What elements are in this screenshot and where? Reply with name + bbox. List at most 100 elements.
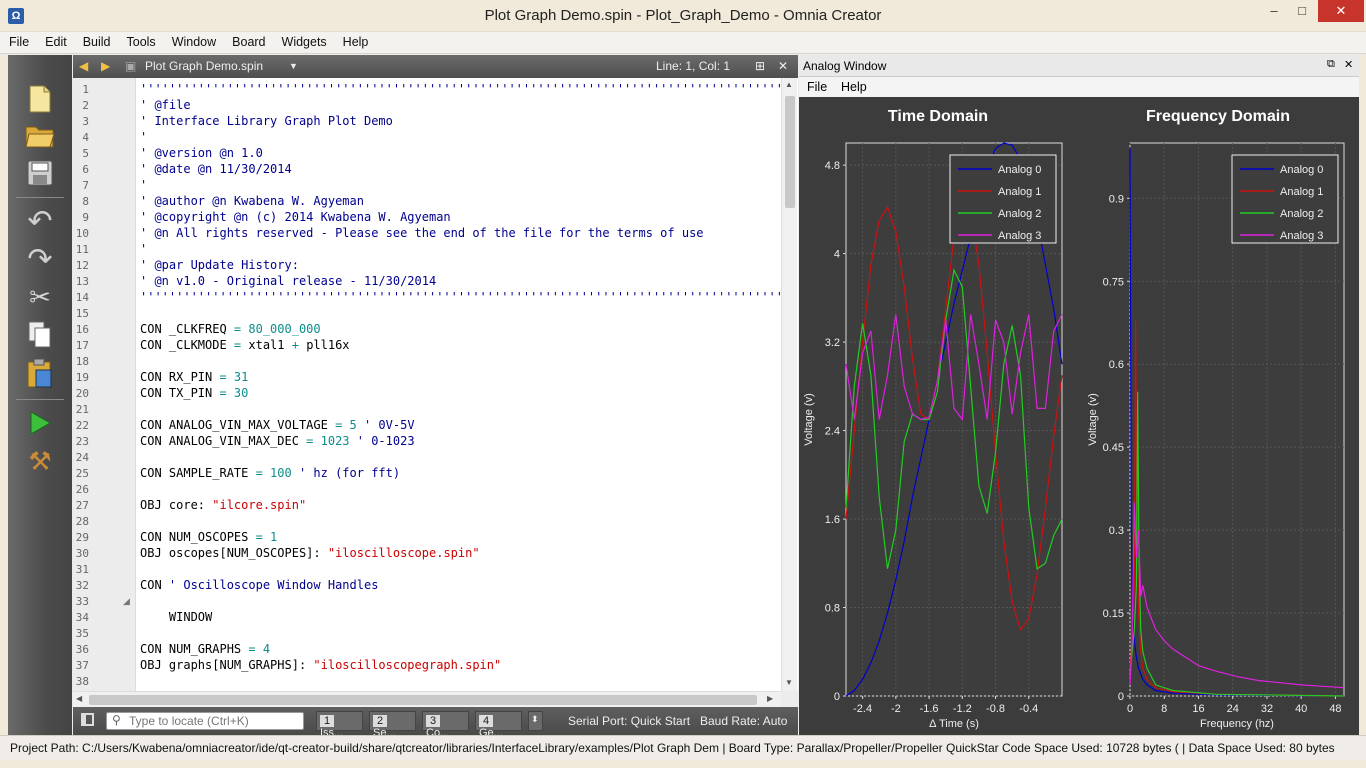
back-arrow-icon[interactable]: ◀ <box>79 59 88 73</box>
code-token: = 1023 <box>306 434 357 448</box>
editor-horizontal-scrollbar[interactable]: ◀ ▶ <box>73 691 781 707</box>
code-editor[interactable]: 1 2 3 4 5 6 7 8 9 10 11 12 13 14 15 16 17 18 19 20 21 22 23 24 2… <box>73 78 798 691</box>
legend-label: Analog 3 <box>1280 230 1323 242</box>
code-token: CON <box>140 578 169 592</box>
line-number: 13 <box>75 275 89 288</box>
code-token: ' @n v1.0 - Original release - 11/30/201… <box>140 274 437 288</box>
pane-compile[interactable]: 3Co... <box>422 711 469 739</box>
code-line[interactable]: ' @version @n 1.0 <box>140 146 263 160</box>
scroll-left-icon[interactable]: ◀ <box>76 694 82 703</box>
scroll-up-icon[interactable]: ▲ <box>785 80 793 89</box>
toggle-sidebar-icon[interactable] <box>81 713 94 726</box>
code-line[interactable]: ' Interface Library Graph Plot Demo <box>140 114 393 128</box>
code-line[interactable]: OBJ core: "ilcore.spin" <box>140 498 306 512</box>
undo-icon[interactable]: ↶ <box>24 205 56 238</box>
forward-arrow-icon[interactable]: ▶ <box>101 59 110 73</box>
baud-rate-status[interactable]: Baud Rate: Auto <box>700 714 787 728</box>
line-number: 2 <box>82 99 89 112</box>
line-number: 11 <box>75 243 89 256</box>
code-line[interactable]: CON ANALOG_VIN_MAX_VOLTAGE = 5 ' 0V-5V <box>140 418 415 432</box>
analog-plots[interactable]: Time Domain 0 0.8 1.6 2.4 3.2 4 4.8 -2.4 -2 -1.6 -1… <box>799 97 1359 735</box>
analog-menu-help[interactable]: Help <box>841 80 867 94</box>
scroll-right-icon[interactable]: ▶ <box>767 694 773 703</box>
code-line[interactable]: CON RX_PIN = 31 <box>140 370 248 384</box>
split-icon[interactable]: ⊞ <box>755 59 765 73</box>
line-number: 7 <box>82 179 89 192</box>
code-line[interactable]: ' @author @n Kwabena W. Agyeman <box>140 194 364 208</box>
code-line[interactable]: ' @date @n 11/30/2014 <box>140 162 292 176</box>
code-line[interactable]: ' @par Update History: <box>140 258 299 272</box>
float-icon[interactable]: ⧉ <box>1327 58 1335 71</box>
code-line[interactable]: CON NUM_GRAPHS = 4 <box>140 642 270 656</box>
cut-icon[interactable]: ✂ <box>24 281 56 313</box>
menu-edit[interactable]: Edit <box>36 32 74 49</box>
code-line[interactable]: CON TX_PIN = 30 <box>140 386 248 400</box>
code-token: OBJ core: <box>140 498 213 512</box>
code-line[interactable]: ' <box>140 130 147 144</box>
scroll-thumb[interactable] <box>89 695 757 705</box>
editor-vertical-scrollbar[interactable]: ▲ ▼ <box>781 78 797 691</box>
file-selector[interactable]: Plot Graph Demo.spin <box>145 59 263 73</box>
locate-input[interactable]: ⚲ Type to locate (Ctrl+K) <box>106 712 304 730</box>
menu-window[interactable]: Window <box>163 32 223 49</box>
paste-icon[interactable] <box>24 357 56 389</box>
build-hammer-icon[interactable]: ⚒ <box>24 445 56 477</box>
code-line[interactable]: ' @n All rights reserved - Please see th… <box>140 226 704 240</box>
pane-chevron-icon[interactable]: ⬍ <box>528 711 543 731</box>
code-line[interactable]: ' @file <box>140 98 191 112</box>
code-line[interactable]: ' <box>140 178 147 192</box>
scroll-thumb[interactable] <box>785 96 795 208</box>
code-line[interactable]: ''''''''''''''''''''''''''''''''''''''''… <box>140 290 798 304</box>
code-line[interactable]: CON ' Oscilloscope Window Handles <box>140 578 378 592</box>
code-line[interactable]: CON ANALOG_VIN_MAX_DEC = 1023 ' 0-1023 <box>140 434 415 448</box>
redo-icon[interactable]: ↷ <box>24 243 56 276</box>
code-line[interactable]: OBJ graphs[NUM_GRAPHS]: "iloscilloscopeg… <box>140 658 501 672</box>
code-line[interactable]: ' <box>140 242 147 256</box>
pane-general[interactable]: 4Ge... <box>475 711 522 739</box>
minimize-button[interactable]: – <box>1260 0 1288 22</box>
fold-marker-icon[interactable]: ◢ <box>123 596 130 607</box>
serial-port-status[interactable]: Serial Port: Quick Start <box>568 714 690 728</box>
maximize-button[interactable]: □ <box>1288 0 1316 22</box>
analog-menu-bar: File Help <box>799 77 1359 97</box>
menu-build[interactable]: Build <box>74 32 118 49</box>
line-number: 21 <box>75 403 89 416</box>
save-icon[interactable] <box>24 157 56 189</box>
run-icon[interactable] <box>24 407 56 439</box>
menu-file[interactable]: File <box>0 32 36 49</box>
code-token: = 80_000_000 <box>233 322 321 336</box>
copy-icon[interactable] <box>24 319 56 351</box>
code-line[interactable]: CON _CLKMODE = xtal1 + pll16x <box>140 338 350 352</box>
code-token: ' 0-1023 <box>356 434 415 448</box>
code-line[interactable]: ''''''''''''''''''''''''''''''''''''''''… <box>140 82 798 96</box>
code-line[interactable]: CON _CLKFREQ = 80_000_000 <box>140 322 321 336</box>
code-line[interactable]: ' @copyright @n (c) 2014 Kwabena W. Agye… <box>140 210 451 224</box>
x-axis-label: Frequency (hz) <box>1200 718 1274 730</box>
pane-search[interactable]: 2Se... <box>369 711 416 739</box>
analog-menu-file[interactable]: File <box>807 80 827 94</box>
pane-issues[interactable]: 1Iss... <box>316 711 363 739</box>
x-tick-label: 24 <box>1227 703 1239 715</box>
close-button[interactable]: ✕ <box>1318 0 1364 22</box>
x-tick-label: 48 <box>1329 703 1341 715</box>
open-folder-icon[interactable] <box>24 120 56 152</box>
code-token: = <box>233 338 249 352</box>
menu-widgets[interactable]: Widgets <box>273 32 334 49</box>
code-token: CON NUM_GRAPHS <box>140 642 249 656</box>
code-line[interactable]: CON SAMPLE_RATE = 100 ' hz (for fft) <box>140 466 400 480</box>
code-line[interactable]: WINDOW <box>140 610 212 624</box>
code-line[interactable]: OBJ oscopes[NUM_OSCOPES]: "iloscilloscop… <box>140 546 480 560</box>
menu-board[interactable]: Board <box>223 32 272 49</box>
code-line[interactable]: CON NUM_OSCOPES = 1 <box>140 530 277 544</box>
menu-help[interactable]: Help <box>334 32 376 49</box>
chevron-down-icon[interactable]: ▼ <box>289 61 298 71</box>
new-file-icon[interactable] <box>24 83 56 115</box>
scroll-down-icon[interactable]: ▼ <box>785 678 793 687</box>
line-number: 5 <box>82 147 89 160</box>
close-icon[interactable]: ✕ <box>1344 58 1353 71</box>
code-token: + <box>291 338 307 352</box>
code-line[interactable]: ' @n v1.0 - Original release - 11/30/201… <box>140 274 436 288</box>
close-editor-icon[interactable]: ✕ <box>778 59 788 73</box>
menu-tools[interactable]: Tools <box>118 32 163 49</box>
code-area[interactable]: ''''''''''''''''''''''''''''''''''''''''… <box>140 78 798 691</box>
